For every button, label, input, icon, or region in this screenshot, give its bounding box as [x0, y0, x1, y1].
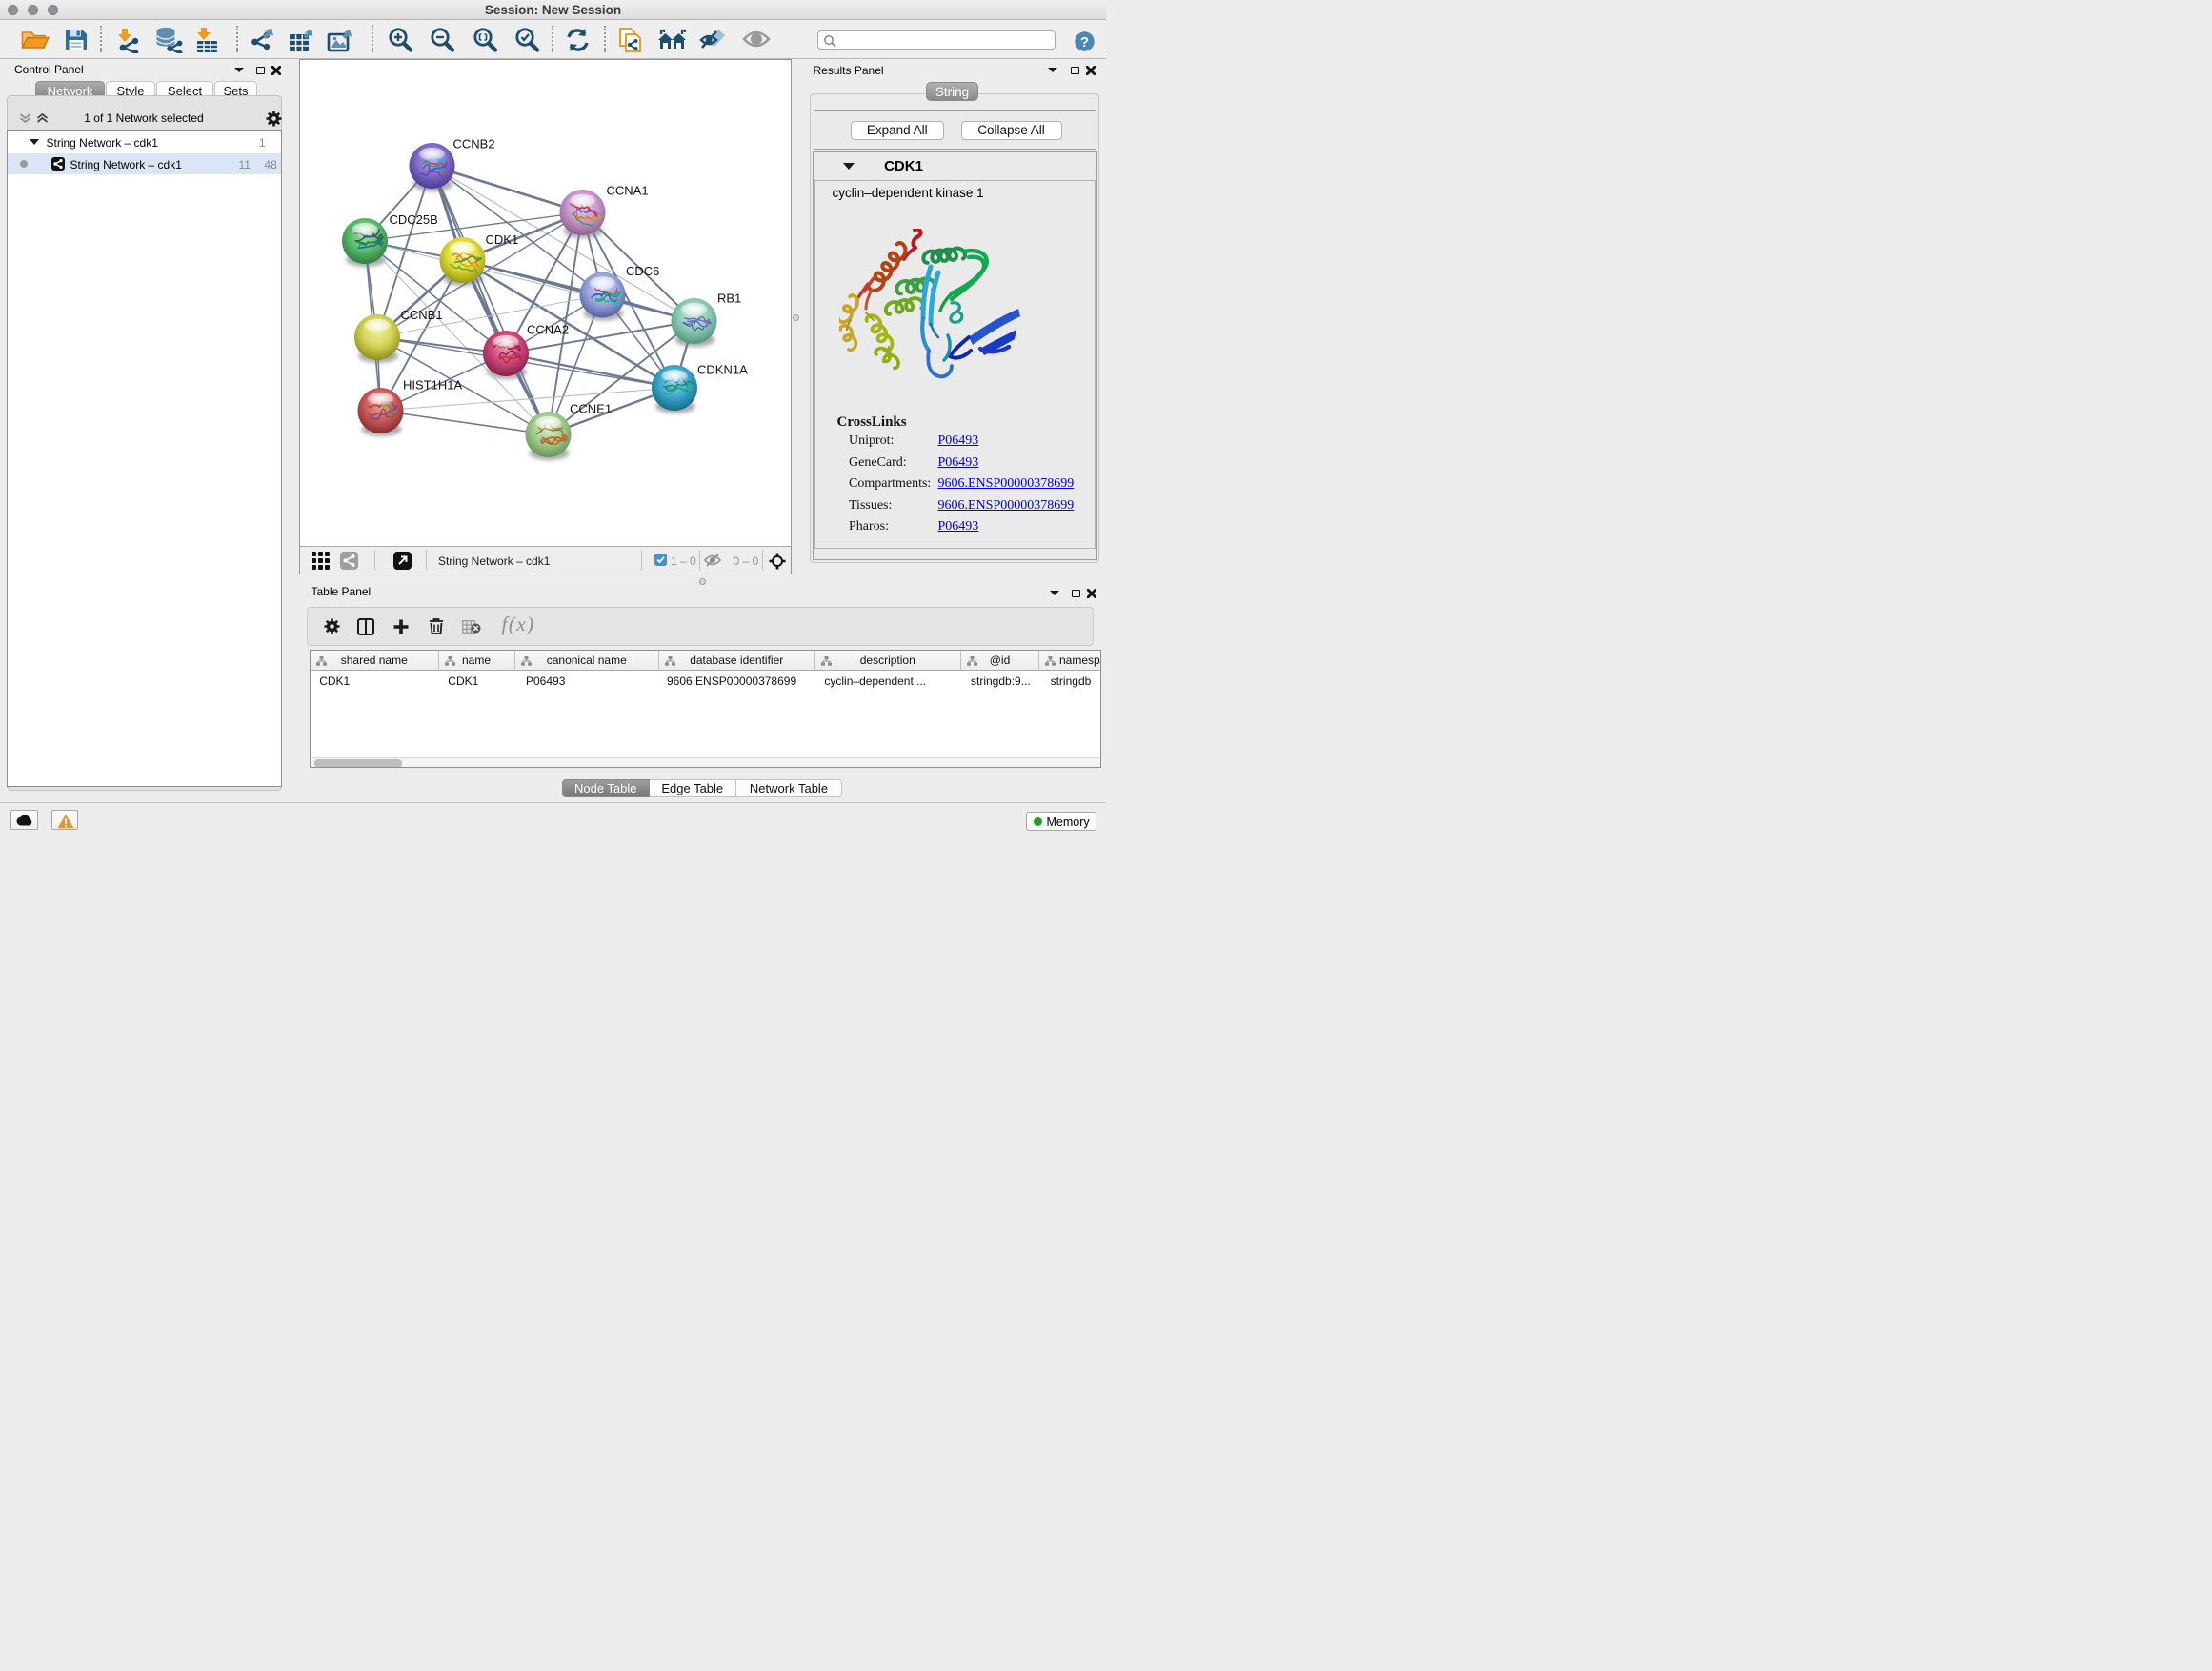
svg-text:RB1: RB1	[717, 292, 741, 306]
svg-text:CCNE1: CCNE1	[570, 402, 612, 416]
svg-text:?: ?	[1080, 33, 1089, 50]
svg-text:CCNB1: CCNB1	[401, 308, 443, 322]
svg-text:CDC6: CDC6	[626, 264, 659, 278]
svg-text:CDKN1A: CDKN1A	[697, 363, 748, 377]
svg-text:CDC25B: CDC25B	[390, 212, 438, 227]
svg-text:CCNB2: CCNB2	[453, 137, 495, 151]
svg-text:CCNA1: CCNA1	[607, 184, 649, 198]
svg-text:CDK1: CDK1	[486, 232, 519, 247]
svg-text:HIST1H1A: HIST1H1A	[403, 378, 462, 393]
svg-text:CCNA2: CCNA2	[527, 323, 569, 337]
